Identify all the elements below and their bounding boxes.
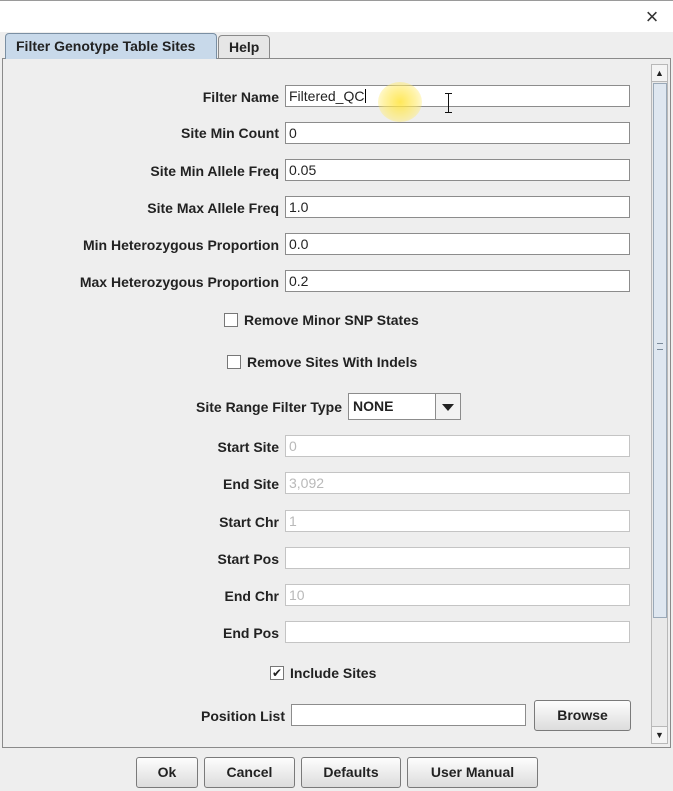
site-max-allele-freq-label: Site Max Allele Freq — [147, 200, 279, 216]
filter-name-label: Filter Name — [202, 89, 279, 105]
tab-help[interactable]: Help — [218, 35, 270, 59]
scroll-down-icon[interactable]: ▼ — [652, 726, 667, 743]
vertical-scrollbar[interactable]: ▲ ▼ — [651, 64, 668, 744]
max-het-prop-input[interactable]: 0.2 — [285, 270, 630, 292]
defaults-button[interactable]: Defaults — [301, 757, 401, 788]
end-pos-label: End Pos — [222, 625, 279, 641]
site-min-allele-freq-input[interactable]: 0.05 — [285, 159, 630, 181]
range-filter-type-value: NONE — [353, 398, 394, 414]
browse-button[interactable]: Browse — [534, 700, 631, 731]
checkbox-box[interactable] — [227, 355, 241, 369]
end-site-input[interactable]: 3,092 — [285, 472, 630, 494]
min-het-prop-label: Min Heterozygous Proportion — [83, 237, 279, 253]
cancel-button[interactable]: Cancel — [204, 757, 295, 788]
include-sites-checkbox[interactable]: ✔ Include Sites — [270, 665, 376, 681]
remove-indels-checkbox[interactable]: Remove Sites With Indels — [227, 354, 417, 370]
start-pos-input[interactable] — [285, 547, 630, 569]
title-bar: × — [0, 0, 673, 32]
site-min-allele-freq-label: Site Min Allele Freq — [150, 163, 279, 179]
site-min-count-label: Site Min Count — [181, 125, 279, 141]
filter-name-input[interactable]: Filtered_QC — [285, 85, 630, 107]
grip-icon — [657, 343, 663, 350]
include-sites-label: Include Sites — [290, 665, 377, 681]
end-site-label: End Site — [222, 476, 279, 492]
tab-filter-genotype-table-sites[interactable]: Filter Genotype Table Sites — [5, 33, 217, 59]
chevron-down-icon[interactable] — [435, 394, 460, 419]
end-chr-label: End Chr — [224, 588, 279, 604]
position-list-input[interactable] — [291, 704, 526, 726]
start-site-input[interactable]: 0 — [285, 435, 630, 457]
site-min-count-input[interactable]: 0 — [285, 122, 630, 144]
start-site-label: Start Site — [217, 439, 279, 455]
ok-button[interactable]: Ok — [136, 757, 198, 788]
start-pos-label: Start Pos — [217, 551, 279, 567]
max-het-prop-label: Max Heterozygous Proportion — [79, 274, 279, 290]
site-max-allele-freq-input[interactable]: 1.0 — [285, 196, 630, 218]
start-chr-input[interactable]: 1 — [285, 510, 630, 532]
check-icon[interactable]: ✔ — [270, 666, 284, 680]
remove-minor-snp-checkbox[interactable]: Remove Minor SNP States — [224, 312, 419, 328]
min-het-prop-input[interactable]: 0.0 — [285, 233, 630, 255]
user-manual-button[interactable]: User Manual — [407, 757, 538, 788]
start-chr-label: Start Chr — [219, 514, 279, 530]
end-chr-input[interactable]: 10 — [285, 584, 630, 606]
scroll-up-icon[interactable]: ▲ — [652, 65, 667, 82]
end-pos-input[interactable] — [285, 621, 630, 643]
range-filter-type-label: Site Range Filter Type — [196, 399, 342, 415]
scrollbar-thumb[interactable] — [653, 83, 667, 618]
remove-indels-label: Remove Sites With Indels — [247, 354, 418, 370]
close-icon[interactable]: × — [639, 5, 665, 29]
remove-minor-snp-label: Remove Minor SNP States — [244, 312, 419, 328]
range-filter-type-select[interactable]: NONE — [348, 393, 461, 420]
checkbox-box[interactable] — [224, 313, 238, 327]
position-list-label: Position List — [201, 708, 285, 724]
